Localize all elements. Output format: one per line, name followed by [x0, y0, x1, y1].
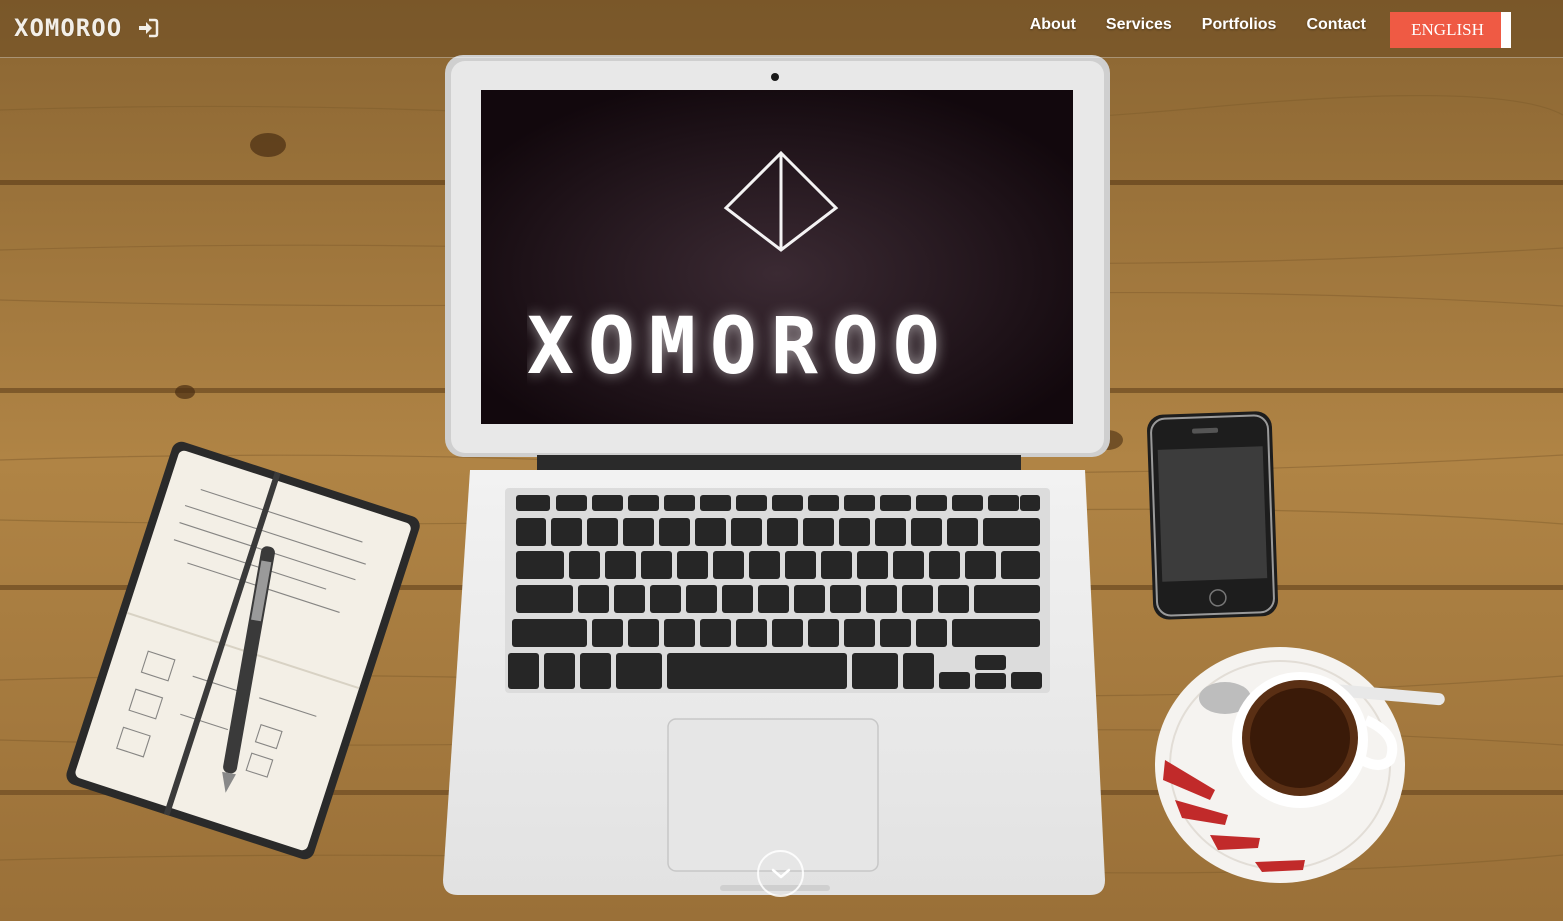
nav-link-services[interactable]: Services	[1106, 16, 1172, 34]
sign-in-icon[interactable]	[136, 16, 160, 40]
main-nav: About Services Portfolios Contact	[1000, 16, 1366, 34]
nav-link-portfolios[interactable]: Portfolios	[1202, 16, 1277, 34]
language-button[interactable]: ENGLISH	[1390, 12, 1511, 48]
scroll-down-button[interactable]	[757, 850, 804, 897]
brand-logo[interactable]: XOMOROO	[14, 14, 122, 42]
page: XOMOROO XOMOROO About Services Portfolio…	[0, 0, 1563, 921]
navbar: XOMOROO About Services Portfolios Contac…	[0, 0, 1563, 58]
chevron-down-icon	[771, 868, 791, 879]
nav-link-about[interactable]: About	[1030, 16, 1076, 34]
hero-background-image	[0, 0, 1563, 921]
brand[interactable]: XOMOROO	[14, 12, 160, 44]
nav-link-contact[interactable]: Contact	[1306, 16, 1366, 34]
screen-logo-text: XOMOROO	[527, 302, 954, 392]
